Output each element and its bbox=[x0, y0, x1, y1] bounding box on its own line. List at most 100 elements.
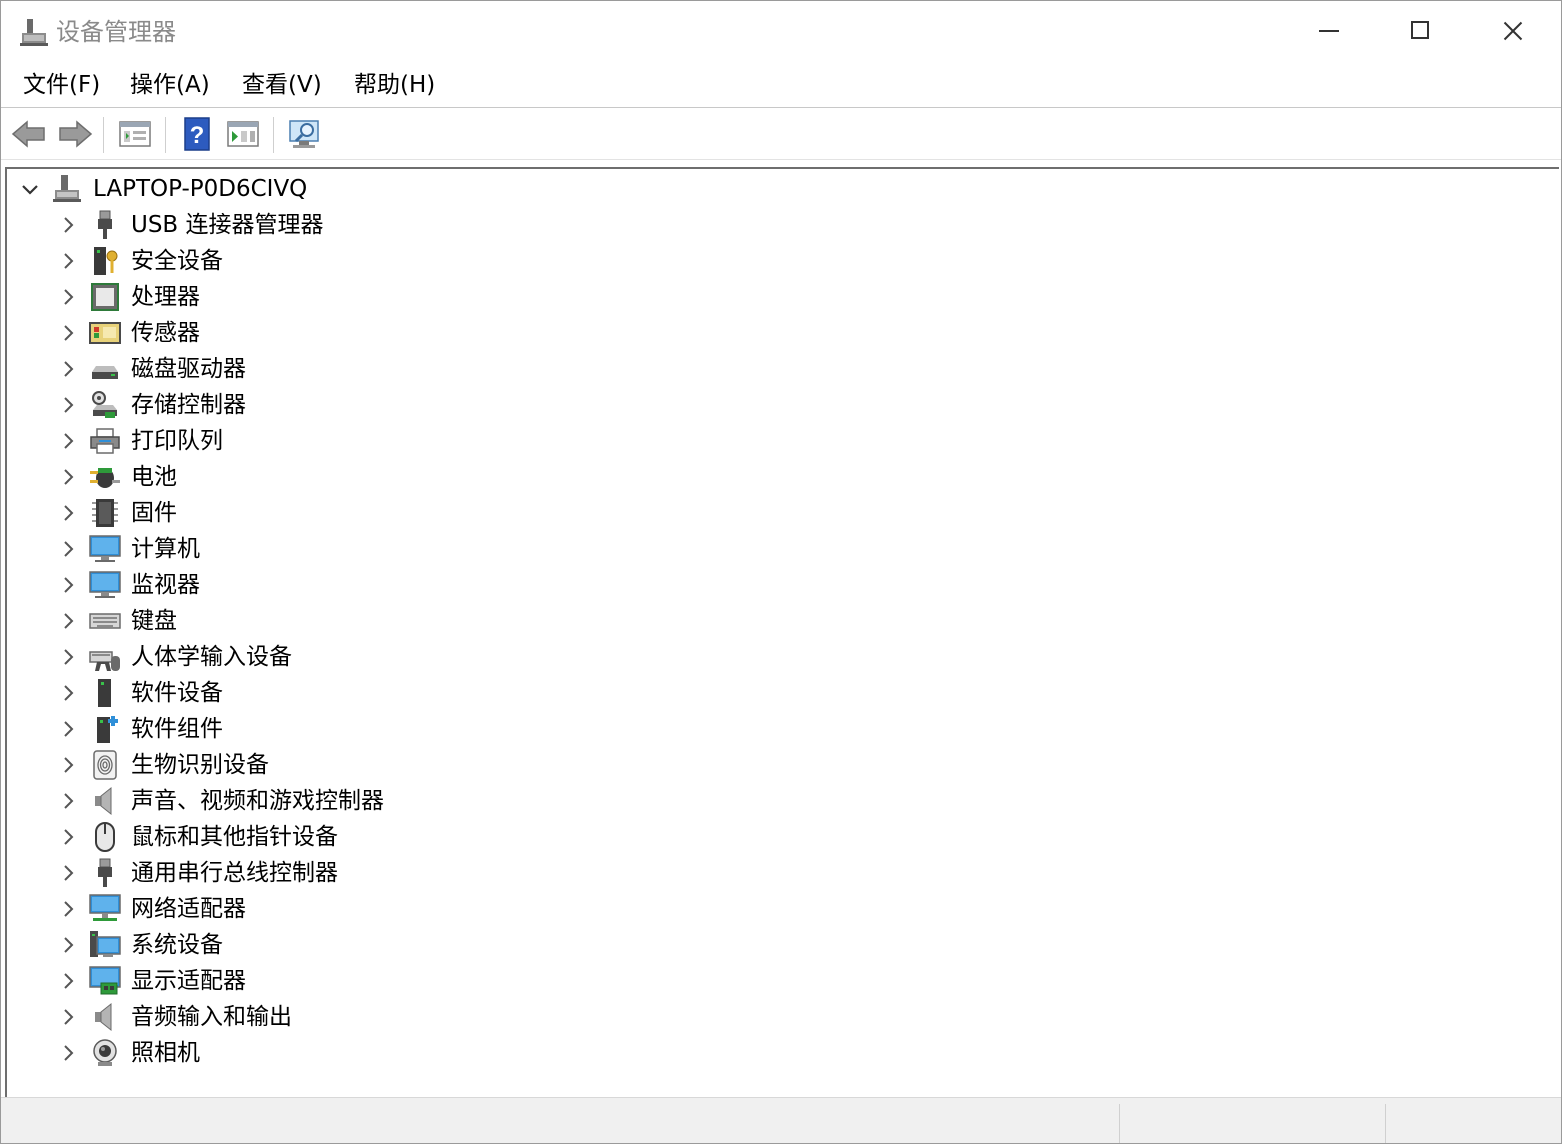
software-component-icon bbox=[97, 716, 118, 743]
menu-file[interactable]: 文件(F) bbox=[21, 69, 102, 101]
tree-item-label: 人体学输入设备 bbox=[131, 644, 292, 670]
close-button[interactable] bbox=[1467, 1, 1559, 61]
window-title: 设备管理器 bbox=[56, 18, 176, 46]
chevron-right-icon[interactable] bbox=[61, 756, 75, 774]
tree-item-label: 照相机 bbox=[131, 1040, 200, 1066]
chevron-right-icon[interactable] bbox=[61, 648, 75, 666]
title-bar[interactable]: 设备管理器 bbox=[1, 1, 1561, 61]
device-tree[interactable]: LAPTOP-P0D6CIVQ USB 连接器管理器 安全设备 处理器 传感器 … bbox=[5, 167, 1559, 1097]
tree-item-label: 磁盘驱动器 bbox=[131, 356, 246, 382]
toolbar: ? bbox=[1, 109, 1561, 159]
minimize-button[interactable] bbox=[1283, 1, 1375, 61]
chevron-right-icon[interactable] bbox=[61, 468, 75, 486]
toolbar-separator bbox=[103, 117, 104, 153]
tree-item-software-devices[interactable]: 软件设备 bbox=[7, 675, 1507, 711]
tree-item-system-devices[interactable]: 系统设备 bbox=[7, 927, 1507, 963]
chevron-right-icon[interactable] bbox=[61, 972, 75, 990]
chevron-right-icon[interactable] bbox=[61, 936, 75, 954]
usb-connector-icon bbox=[98, 210, 112, 239]
chevron-right-icon[interactable] bbox=[61, 324, 75, 342]
back-arrow-icon[interactable] bbox=[11, 117, 47, 151]
tree-item-security-devices[interactable]: 安全设备 bbox=[7, 243, 1507, 279]
tree-item-biometric-devices[interactable]: 生物识别设备 bbox=[7, 747, 1507, 783]
chevron-right-icon[interactable] bbox=[61, 720, 75, 738]
tree-item-processors[interactable]: 处理器 bbox=[7, 279, 1507, 315]
tree-item-network-adapters[interactable]: 网络适配器 bbox=[7, 891, 1507, 927]
chevron-right-icon[interactable] bbox=[61, 684, 75, 702]
tree-item-print-queues[interactable]: 打印队列 bbox=[7, 423, 1507, 459]
chevron-right-icon[interactable] bbox=[61, 900, 75, 918]
chevron-right-icon[interactable] bbox=[61, 612, 75, 630]
tree-item-sound-video-game-controllers[interactable]: 声音、视频和游戏控制器 bbox=[7, 783, 1507, 819]
tree-item-cameras[interactable]: 照相机 bbox=[7, 1035, 1507, 1071]
chevron-right-icon[interactable] bbox=[61, 252, 75, 270]
chevron-right-icon[interactable] bbox=[61, 576, 75, 594]
chevron-right-icon[interactable] bbox=[61, 216, 75, 234]
scan-hardware-icon[interactable] bbox=[287, 117, 323, 151]
tree-item-display-adapters[interactable]: 显示适配器 bbox=[7, 963, 1507, 999]
chevron-right-icon[interactable] bbox=[61, 1044, 75, 1062]
computer-monitor-icon bbox=[89, 535, 121, 562]
chevron-right-icon[interactable] bbox=[61, 540, 75, 558]
chevron-right-icon[interactable] bbox=[61, 1008, 75, 1026]
chevron-right-icon[interactable] bbox=[61, 396, 75, 414]
toolbar-separator-line bbox=[1, 159, 1561, 160]
tree-item-monitors[interactable]: 监视器 bbox=[7, 567, 1507, 603]
chevron-right-icon[interactable] bbox=[61, 360, 75, 378]
tree-item-usb-controllers[interactable]: 通用串行总线控制器 bbox=[7, 855, 1507, 891]
tree-item-software-components[interactable]: 软件组件 bbox=[7, 711, 1507, 747]
tree-item-computer[interactable]: 计算机 bbox=[7, 531, 1507, 567]
tree-item-label: 软件设备 bbox=[131, 680, 223, 706]
tree-item-label: 通用串行总线控制器 bbox=[131, 860, 338, 886]
tree-item-label: 传感器 bbox=[131, 320, 200, 346]
tree-item-firmware[interactable]: 固件 bbox=[7, 495, 1507, 531]
tree-item-sensors[interactable]: 传感器 bbox=[7, 315, 1507, 351]
tree-item-label: 打印队列 bbox=[131, 428, 223, 454]
svg-text:?: ? bbox=[190, 122, 205, 149]
forward-arrow-icon[interactable] bbox=[57, 117, 93, 151]
update-driver-icon[interactable] bbox=[225, 117, 261, 151]
keyboard-icon bbox=[89, 613, 121, 629]
tree-item-label: 计算机 bbox=[131, 536, 200, 562]
disk-drive-icon bbox=[92, 366, 118, 379]
chevron-right-icon[interactable] bbox=[61, 288, 75, 306]
menu-help[interactable]: 帮助(H) bbox=[352, 69, 437, 101]
hid-icon bbox=[89, 651, 120, 671]
system-device-icon bbox=[90, 931, 121, 957]
chevron-right-icon[interactable] bbox=[61, 504, 75, 522]
tree-item-batteries[interactable]: 电池 bbox=[7, 459, 1507, 495]
computer-root-icon bbox=[53, 175, 81, 202]
audio-io-icon bbox=[95, 1002, 112, 1032]
tree-item-keyboards[interactable]: 键盘 bbox=[7, 603, 1507, 639]
tree-item-label: 固件 bbox=[131, 500, 177, 526]
battery-icon bbox=[90, 468, 120, 488]
chevron-right-icon[interactable] bbox=[61, 792, 75, 810]
software-device-icon bbox=[98, 679, 111, 707]
toolbar-separator bbox=[273, 117, 274, 153]
help-icon[interactable]: ? bbox=[179, 117, 215, 151]
chevron-down-icon[interactable] bbox=[21, 183, 39, 197]
usb-plug-icon bbox=[98, 858, 112, 887]
menu-action[interactable]: 操作(A) bbox=[128, 69, 212, 101]
chevron-right-icon[interactable] bbox=[61, 432, 75, 450]
properties-icon[interactable] bbox=[117, 117, 153, 151]
status-bar bbox=[1, 1097, 1561, 1143]
tree-item-label: 生物识别设备 bbox=[131, 752, 269, 778]
tree-item-storage-controllers[interactable]: 存储控制器 bbox=[7, 387, 1507, 423]
device-manager-window: 设备管理器 文件(F) 操作(A) 查看(V) 帮助(H) ? LAPTOP-P… bbox=[0, 0, 1562, 1144]
chevron-right-icon[interactable] bbox=[61, 864, 75, 882]
chevron-right-icon[interactable] bbox=[61, 828, 75, 846]
firmware-chip-icon bbox=[92, 499, 118, 527]
tree-item-hid[interactable]: 人体学输入设备 bbox=[7, 639, 1507, 675]
tree-item-usb-connector-manager[interactable]: USB 连接器管理器 bbox=[7, 207, 1507, 243]
processor-chip-icon bbox=[91, 283, 119, 311]
tree-item-disk-drives[interactable]: 磁盘驱动器 bbox=[7, 351, 1507, 387]
tree-item-mice[interactable]: 鼠标和其他指针设备 bbox=[7, 819, 1507, 855]
tree-item-label: 安全设备 bbox=[131, 248, 223, 274]
tree-item-audio-io[interactable]: 音频输入和输出 bbox=[7, 999, 1507, 1035]
display-adapter-icon bbox=[89, 966, 121, 995]
menu-view[interactable]: 查看(V) bbox=[240, 69, 324, 101]
maximize-button[interactable] bbox=[1375, 1, 1467, 61]
tree-root[interactable]: LAPTOP-P0D6CIVQ bbox=[7, 171, 1507, 207]
tree-item-label: 存储控制器 bbox=[131, 392, 246, 418]
